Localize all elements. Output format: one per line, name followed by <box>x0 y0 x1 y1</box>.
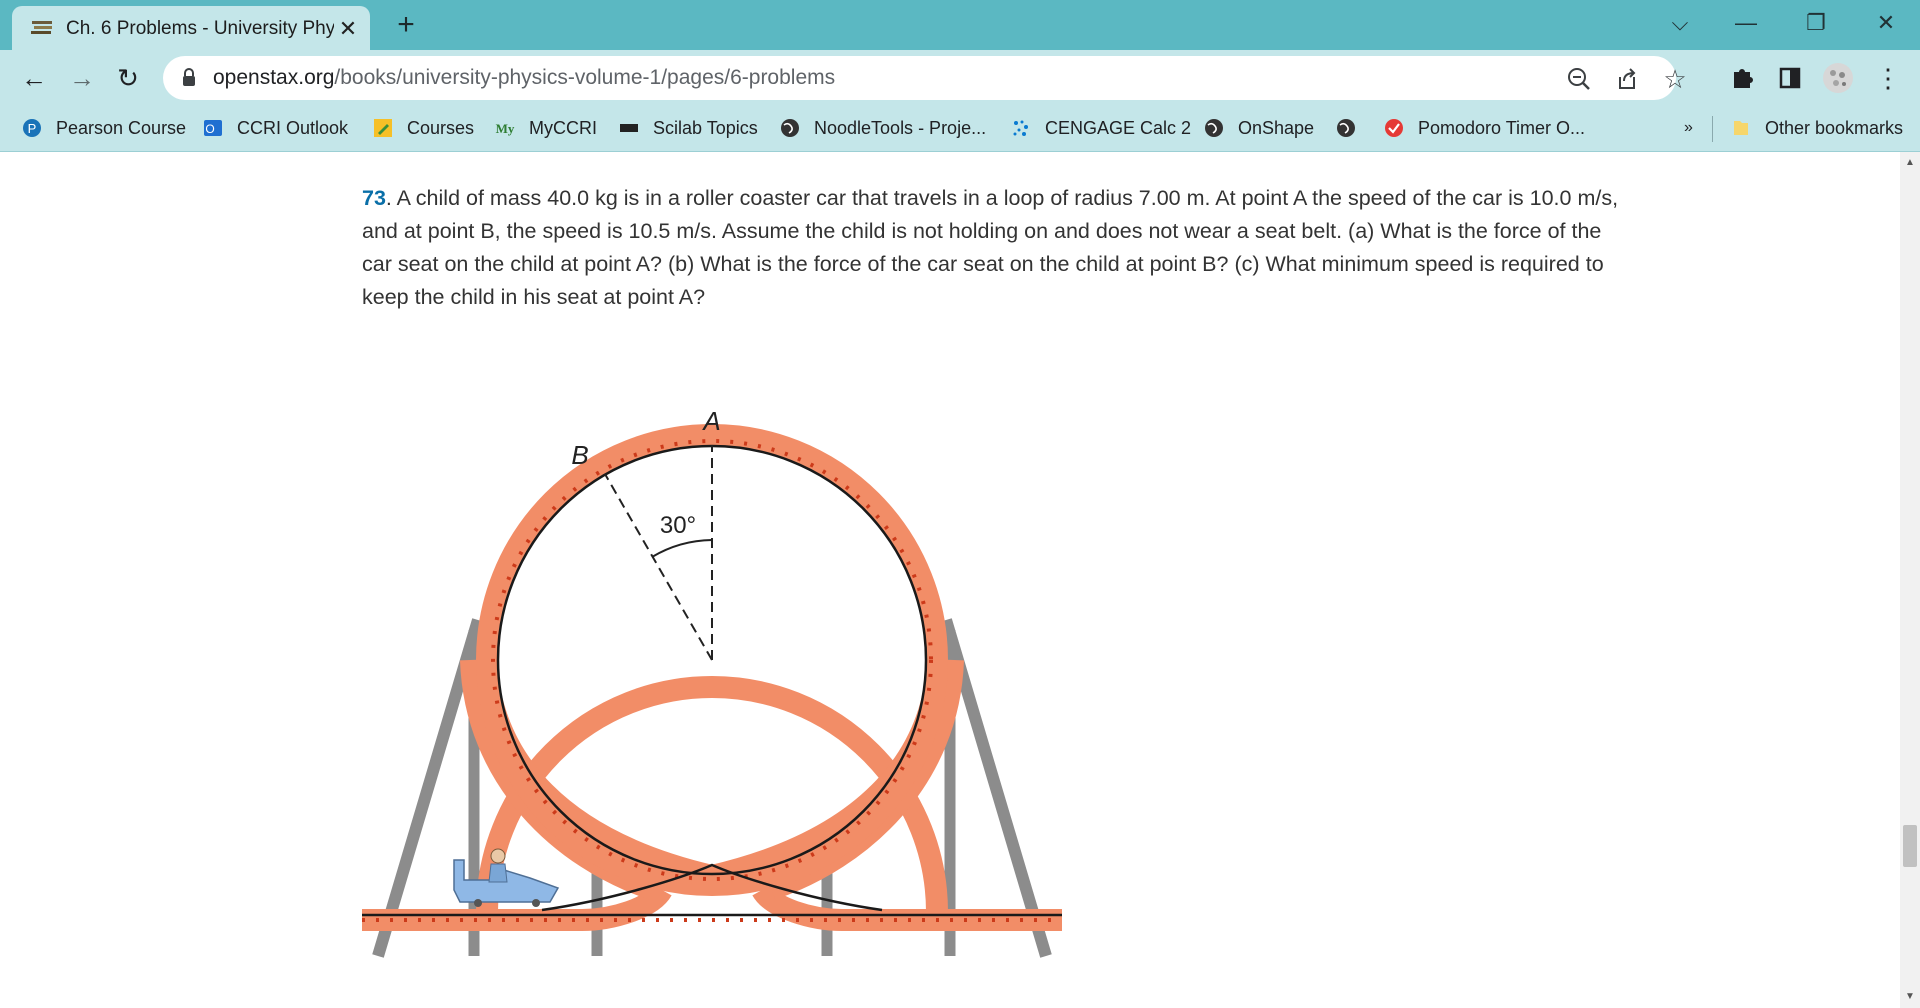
close-window-button[interactable]: ✕ <box>1866 8 1906 38</box>
outlook-icon: O <box>204 120 222 136</box>
new-tab-button[interactable]: + <box>391 10 421 41</box>
cengage-icon <box>1013 120 1028 136</box>
side-panel-icon[interactable] <box>1772 60 1808 96</box>
svg-text:O: O <box>205 122 214 136</box>
problem-text: . A child of mass 40.0 kg is in a roller… <box>362 186 1619 309</box>
check-icon <box>1385 119 1403 137</box>
bookmark-label: Pomodoro Timer O... <box>1418 118 1586 138</box>
angle-arc <box>651 539 713 558</box>
restore-button[interactable]: ❐ <box>1796 8 1836 38</box>
lock-icon[interactable] <box>181 68 197 88</box>
page-content: 73. A child of mass 40.0 kg is in a roll… <box>0 152 1900 1008</box>
page-scrollbar[interactable]: ▲ ▼ <box>1900 152 1920 1008</box>
bookmark-label: MyCCRI <box>529 118 597 138</box>
bookmark-label: Pearson Course <box>56 118 187 138</box>
stack-of-books-icon <box>31 21 52 34</box>
bookmark-label: NoodleTools - Proje... <box>814 118 987 138</box>
browser-toolbar: ← → ↻ openstax.org/books/university-phys… <box>0 50 1920 106</box>
address-url[interactable]: openstax.org/books/university-physics-vo… <box>213 65 835 91</box>
svg-text:P: P <box>28 121 37 136</box>
url-host: openstax.org <box>213 66 335 89</box>
folder-icon <box>1734 121 1748 135</box>
bookmark-label: Courses <box>407 118 475 138</box>
tab-search-chevron-icon[interactable]: ⌵ <box>1660 8 1700 38</box>
problem-73: 73. A child of mass 40.0 kg is in a roll… <box>362 182 1622 314</box>
globe-icon <box>1337 119 1355 137</box>
angle-label: 30° <box>660 512 696 539</box>
angled-radius-line <box>604 473 713 661</box>
scrollbar-thumb[interactable] <box>1903 825 1917 867</box>
zoom-out-icon[interactable] <box>1564 64 1594 94</box>
forward-button[interactable]: → <box>62 58 102 98</box>
bookmark-unnamed[interactable] <box>1336 115 1358 141</box>
problem-number[interactable]: 73 <box>362 186 386 210</box>
roller-coaster-figure: 30° A B <box>362 406 1062 958</box>
bookmark-label: CCRI Outlook <box>237 118 349 138</box>
reload-button[interactable]: ↻ <box>108 58 148 98</box>
globe-icon <box>1205 119 1223 137</box>
browser-title-bar: Ch. 6 Problems - University Physics Volu… <box>0 0 1920 50</box>
scroll-down-arrow[interactable]: ▼ <box>1900 990 1920 1004</box>
scroll-up-arrow[interactable]: ▲ <box>1900 156 1920 170</box>
minimize-button[interactable]: — <box>1726 8 1766 38</box>
chrome-menu-icon[interactable]: ⋮ <box>1870 60 1906 96</box>
avatar[interactable] <box>1820 60 1856 96</box>
svg-text:My: My <box>496 121 515 136</box>
bookmarks-divider <box>1712 116 1713 142</box>
bookmark-label: Other bookmarks <box>1765 118 1904 138</box>
scilab-icon <box>620 124 638 132</box>
tab-title: Ch. 6 Problems - University Physics Volu… <box>66 18 334 39</box>
url-path: /books/university-physics-volume-1/pages… <box>334 66 836 89</box>
bookmark-label: OnShape <box>1238 118 1315 138</box>
bookmark-label: CENGAGE Calc 2 <box>1045 118 1192 138</box>
close-tab-icon[interactable]: ✕ <box>336 17 360 41</box>
pearson-icon: P <box>23 119 41 137</box>
globe-icon <box>781 119 799 137</box>
bookmarks-bar: P Pearson Course O CCRI Outlook Courses … <box>0 106 1920 152</box>
point-a-label: A <box>701 406 720 436</box>
point-b-label: B <box>571 440 588 470</box>
back-button[interactable]: ← <box>14 58 54 98</box>
bookmarks-overflow-button[interactable]: » <box>1684 115 1693 141</box>
star-icon[interactable]: ☆ <box>1660 64 1690 94</box>
puzzle-icon[interactable] <box>1724 60 1760 96</box>
myccri-icon: My <box>496 121 515 136</box>
share-icon[interactable] <box>1612 64 1642 94</box>
bookmark-label: Scilab Topics <box>653 118 758 138</box>
address-bar[interactable]: openstax.org/books/university-physics-vo… <box>163 56 1687 100</box>
browser-tab[interactable]: Ch. 6 Problems - University Physics Volu… <box>12 6 370 50</box>
pencil-icon <box>374 119 392 137</box>
